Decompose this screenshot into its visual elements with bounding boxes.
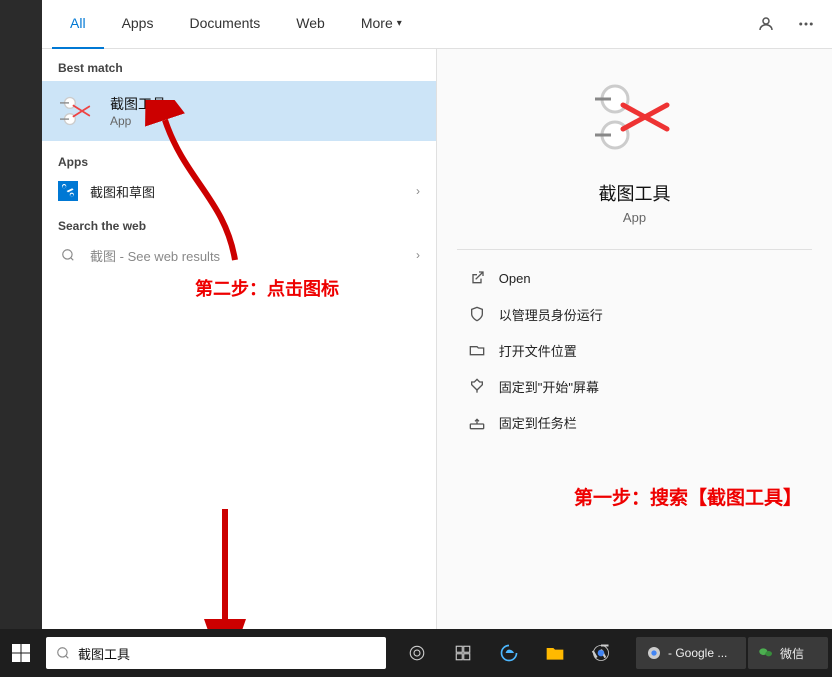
open-arrow-icon — [469, 270, 485, 286]
scissors-large-icon — [595, 79, 675, 159]
tab-apps[interactable]: Apps — [104, 0, 172, 49]
pin-start-icon — [467, 376, 487, 396]
tab-apps-label: Apps — [122, 15, 154, 31]
task-panel-icon — [454, 644, 472, 662]
taskbar-search-text: 截图工具 — [78, 644, 130, 663]
app-detail-type: App — [623, 210, 646, 225]
web-item-0-arrow: › — [416, 248, 420, 262]
apps-section-label: Apps — [42, 145, 436, 173]
action-pin-taskbar-label: 固定到任务栏 — [499, 413, 577, 432]
open-icon — [467, 268, 487, 288]
edge-icon — [499, 643, 519, 663]
scissors-app-icon — [61, 184, 75, 198]
magnifier-icon — [61, 248, 75, 262]
wechat-app-label: 微信 — [780, 645, 804, 662]
taskbar-search-box[interactable]: 截图工具 — [46, 637, 386, 669]
folder-icon — [469, 342, 485, 358]
person-icon — [757, 15, 775, 33]
tab-documents[interactable]: Documents — [171, 0, 278, 49]
content-area: Best match 截图工具 App — [42, 49, 832, 640]
action-admin-label: 以管理员身份运行 — [499, 305, 603, 324]
best-match-info: 截图工具 App — [110, 94, 166, 128]
left-panel: Best match 截图工具 App — [42, 49, 437, 640]
best-match-name: 截图工具 — [110, 94, 166, 114]
tab-more[interactable]: More ▾ — [343, 0, 420, 49]
google-chrome-small-icon — [646, 645, 662, 661]
more-options-btn[interactable] — [790, 8, 822, 40]
app-detail-name: 截图工具 — [599, 180, 671, 206]
taskbar-center — [396, 629, 622, 677]
admin-icon — [467, 304, 487, 324]
action-pin-start-label: 固定到"开始"屏幕 — [499, 377, 599, 396]
snippet-icon — [58, 181, 78, 201]
pin-icon — [469, 378, 485, 394]
chevron-down-icon: ▾ — [397, 18, 402, 29]
apps-item-0-label: 截图和草图 — [90, 182, 416, 201]
scissors-icon-small-container — [58, 91, 98, 131]
action-pin-taskbar[interactable]: 固定到任务栏 — [457, 404, 813, 440]
wechat-icon — [758, 645, 774, 661]
ellipsis-icon — [797, 15, 815, 33]
chrome-icon — [591, 643, 611, 663]
google-app[interactable]: - Google ... — [636, 637, 746, 669]
wechat-app[interactable]: 微信 — [748, 637, 828, 669]
best-match-label: Best match — [42, 49, 436, 81]
apps-list-item-0[interactable]: 截图和草图 › — [42, 173, 436, 209]
pin-taskbar-icon — [467, 412, 487, 432]
divider — [457, 249, 813, 250]
tab-all[interactable]: All — [52, 0, 104, 49]
shield-icon — [469, 306, 485, 322]
right-panel: 截图工具 App Open 以管理员身份运行 — [437, 49, 832, 640]
folder-open-icon — [467, 340, 487, 360]
tab-web-label: Web — [296, 15, 325, 31]
tab-more-label: More — [361, 15, 393, 31]
left-strip — [0, 0, 42, 640]
action-pin-start[interactable]: 固定到"开始"屏幕 — [457, 368, 813, 404]
google-app-label: - Google ... — [668, 646, 727, 660]
web-item-0[interactable]: 截图 - See web results › — [42, 237, 436, 273]
nav-icons — [750, 8, 822, 40]
person-icon-btn[interactable] — [750, 8, 782, 40]
web-item-0-text: 截图 - See web results — [90, 246, 220, 265]
nav-tabs: All Apps Documents Web More ▾ — [42, 0, 832, 49]
search-panel: All Apps Documents Web More ▾ — [42, 0, 832, 640]
step1-text: 第一步：搜索【截图工具】 — [574, 488, 802, 509]
action-open-label: Open — [499, 271, 531, 286]
step1-annotation: 第一步：搜索【截图工具】 — [574, 483, 802, 510]
tab-documents-label: Documents — [189, 15, 260, 31]
task-view-icon — [408, 644, 426, 662]
tab-web[interactable]: Web — [278, 0, 343, 49]
taskbar-pin-icon — [469, 414, 485, 430]
chrome-btn[interactable] — [580, 629, 622, 677]
best-match-item[interactable]: 截图工具 App — [42, 81, 436, 141]
scissors-small-icon — [60, 93, 96, 129]
action-open-location-label: 打开文件位置 — [499, 341, 577, 360]
action-admin[interactable]: 以管理员身份运行 — [457, 296, 813, 332]
action-open-location[interactable]: 打开文件位置 — [457, 332, 813, 368]
task-panel-btn[interactable] — [442, 629, 484, 677]
windows-icon — [11, 643, 31, 663]
search-web-label: Search the web — [42, 209, 436, 237]
apps-item-0-arrow: › — [416, 184, 420, 198]
scissors-large-icon-container — [595, 79, 675, 164]
web-search-icon — [58, 245, 78, 265]
edge-btn[interactable] — [488, 629, 530, 677]
start-button[interactable] — [0, 629, 42, 677]
taskbar-search-icon — [56, 646, 70, 660]
action-open[interactable]: Open — [457, 260, 813, 296]
folder-taskbar-icon — [545, 643, 565, 663]
best-match-type: App — [110, 114, 166, 128]
task-view-btn[interactable] — [396, 629, 438, 677]
taskbar-right: - Google ... 微信 — [636, 637, 832, 669]
tab-all-label: All — [70, 15, 86, 31]
explorer-btn[interactable] — [534, 629, 576, 677]
taskbar: 截图工具 — [0, 629, 832, 677]
web-suffix: - See web results — [116, 249, 220, 264]
web-query: 截图 — [90, 249, 116, 264]
